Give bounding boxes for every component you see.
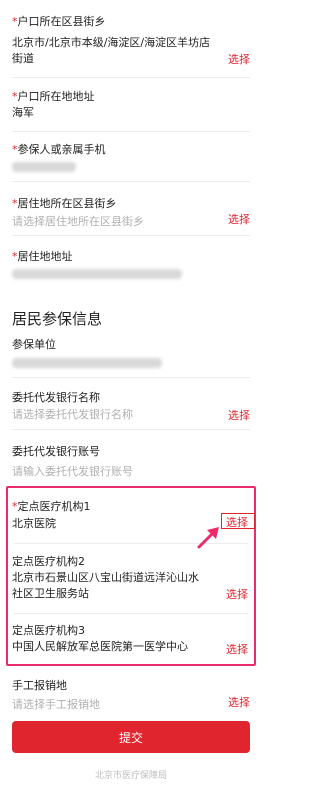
field-label: *户口所在地地址 [12, 90, 95, 103]
field-value: 中国人民解放军总医院第一医学中心 [12, 640, 188, 653]
field-value: 北京市/北京市本级/海淀区/海淀区羊坊店街道 [12, 36, 211, 65]
field-label: 定点医疗机构2 [12, 555, 85, 568]
select-button[interactable]: 选择 [228, 211, 250, 227]
field-hukou-area[interactable]: *户口所在区县街乡 北京市/北京市本级/海淀区/海淀区羊坊店街道 选择 [0, 0, 262, 78]
field-residence-area[interactable]: *居住地所在区县街乡 请选择居住地所在区县街乡 选择 [0, 182, 262, 236]
field-placeholder: 请选择委托代发银行名称 [12, 408, 133, 421]
field-label: *居住地所在区县街乡 [12, 197, 117, 210]
field-value: 北京医院 [12, 517, 56, 530]
field-value: 北京市石景山区八宝山街道远洋沁山水社区卫生服务站 [12, 571, 199, 600]
select-button[interactable]: 选择 [226, 586, 248, 602]
field-placeholder: 请选择居住地所在区县街乡 [12, 215, 144, 228]
field-hukou-address[interactable]: *户口所在地地址 海军 [0, 78, 262, 132]
field-placeholder: 请选择手工报销地 [12, 698, 100, 711]
field-label: *居住地地址 [12, 250, 73, 263]
field-employer[interactable]: 参保单位 [0, 328, 262, 378]
field-label: 定点医疗机构3 [12, 624, 85, 637]
field-label: 委托代发银行名称 [12, 391, 100, 404]
field-contact-phone[interactable]: *参保人或亲属手机 [0, 132, 262, 182]
field-hospital-2[interactable]: 定点医疗机构2 北京市石景山区八宝山街道远洋沁山水社区卫生服务站 选择 [0, 544, 262, 614]
footer-text: 北京市医疗保障局 [94, 771, 167, 781]
field-label: 委托代发银行账号 [12, 445, 100, 458]
field-reimbursement[interactable]: 手工报销地 请选择手工报销地 选择 [0, 666, 262, 714]
field-bank-name[interactable]: 委托代发银行名称 请选择委托代发银行名称 选择 [0, 378, 262, 430]
section-title: 居民参保信息 [12, 310, 103, 328]
field-label: *参保人或亲属手机 [12, 143, 106, 156]
field-residence-address[interactable]: *居住地地址 [0, 236, 262, 292]
field-bank-account[interactable]: 委托代发银行账号 请输入委托代发银行账号 [0, 430, 262, 482]
select-button[interactable]: 选择 [228, 694, 250, 710]
redacted-value [12, 358, 162, 368]
account-input[interactable]: 请输入委托代发银行账号 [12, 463, 133, 479]
field-label: *户口所在区县街乡 [12, 15, 106, 28]
field-value: 海军 [12, 106, 34, 119]
select-button[interactable]: 选择 [228, 51, 250, 67]
field-label: 手工报销地 [12, 679, 67, 692]
redacted-value [12, 269, 182, 279]
submit-button[interactable]: 提交 [12, 721, 250, 753]
select-button[interactable]: 选择 [226, 641, 248, 657]
select-button[interactable]: 选择 [228, 407, 250, 423]
redacted-value [12, 162, 76, 172]
select-button[interactable]: 选择 [226, 514, 248, 530]
field-hospital-3[interactable]: 定点医疗机构3 中国人民解放军总医院第一医学中心 选择 [0, 614, 262, 664]
field-label: *定点医疗机构1 [12, 500, 91, 513]
field-label: 参保单位 [12, 338, 56, 351]
